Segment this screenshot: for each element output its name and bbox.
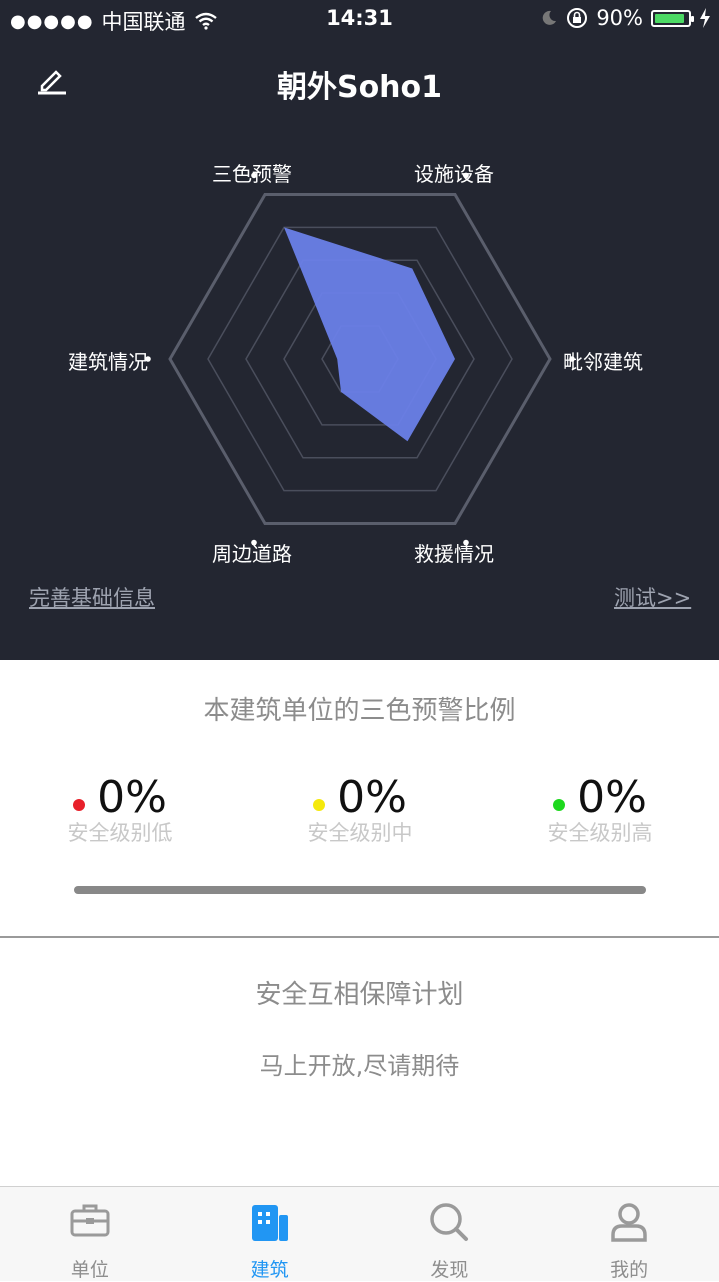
ratio-bar xyxy=(74,886,646,894)
plan-section-title: 安全互相保障计划 xyxy=(255,980,464,1010)
battery-percent: 90% xyxy=(596,6,643,30)
radar-label-facilities: 设施设备 xyxy=(414,162,494,186)
stat-high: 0% 安全级别高 xyxy=(510,772,690,847)
charging-icon xyxy=(700,8,710,28)
tab-unit[interactable]: 单位 xyxy=(0,1187,180,1281)
radar-label-adjacent-buildings: 毗邻建筑 xyxy=(563,350,643,374)
building-icon xyxy=(251,1205,288,1241)
yellow-dot xyxy=(313,798,326,811)
section-divider xyxy=(0,936,719,938)
radar-label-surrounding-roads: 周边道路 xyxy=(212,542,292,566)
page-title: 朝外Soho1 xyxy=(276,70,443,105)
stat-medium-label: 安全级别中 xyxy=(307,821,413,845)
radar-data-area xyxy=(284,227,455,442)
search-icon xyxy=(430,1203,469,1241)
stat-low-value: 0% xyxy=(97,772,167,823)
radar-label-building-status: 建筑情况 xyxy=(68,350,148,374)
tab-building-label: 建筑 xyxy=(250,1259,289,1281)
moon-icon xyxy=(543,10,557,25)
test-link[interactable]: 测试>> xyxy=(614,582,691,612)
status-bar: ●●●●● 中国联通 14:31 90% xyxy=(0,0,719,40)
plan-section-subtitle: 马上开放,尽请期待 xyxy=(259,1052,460,1080)
stat-high-label: 安全级别高 xyxy=(547,821,653,845)
radar-label-three-color-warning: 三色预警 xyxy=(212,162,292,186)
tab-building[interactable]: 建筑 xyxy=(180,1187,360,1281)
warning-section-title: 本建筑单位的三色预警比例 xyxy=(203,696,516,726)
tab-discover[interactable]: 发现 xyxy=(360,1187,540,1281)
radar-label-rescue: 救援情况 xyxy=(414,542,494,566)
green-dot xyxy=(553,798,566,811)
stat-high-value: 0% xyxy=(577,772,647,823)
tab-bar: 单位 建筑 发现 我的 xyxy=(0,1186,719,1281)
briefcase-icon xyxy=(70,1204,110,1237)
stat-medium: 0% 安全级别中 xyxy=(270,772,450,847)
battery-icon xyxy=(651,9,694,27)
complete-info-link[interactable]: 完善基础信息 xyxy=(29,582,155,612)
red-dot xyxy=(73,798,86,811)
stat-low-label: 安全级别低 xyxy=(67,821,173,845)
tab-unit-label: 单位 xyxy=(70,1259,109,1281)
stat-medium-value: 0% xyxy=(337,772,407,823)
user-icon xyxy=(611,1203,647,1242)
tab-mine[interactable]: 我的 xyxy=(539,1187,719,1281)
stat-low: 0% 安全级别低 xyxy=(30,772,210,847)
tab-discover-label: 发现 xyxy=(430,1259,469,1281)
nav-header: 朝外Soho1 xyxy=(0,48,719,112)
tab-mine-label: 我的 xyxy=(610,1259,649,1281)
rotation-lock-icon xyxy=(567,8,588,28)
